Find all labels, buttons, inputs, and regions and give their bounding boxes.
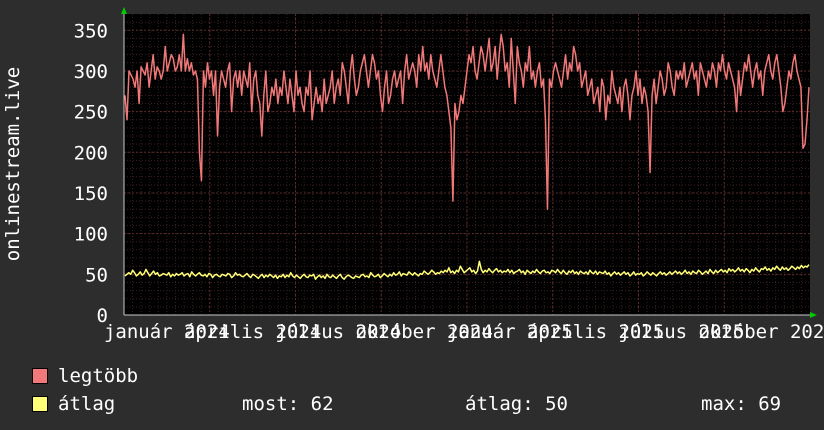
legend-swatch-atlag bbox=[32, 396, 48, 412]
x-tick-label: október 2025 bbox=[698, 321, 824, 343]
y-tick-label: 150 bbox=[74, 183, 108, 205]
stat-average: átlag: 50 bbox=[465, 393, 568, 415]
legend-label-legtobb: legtöbb bbox=[58, 365, 139, 387]
y-tick-label: 300 bbox=[74, 61, 108, 83]
legend-swatch-legtobb bbox=[32, 368, 48, 384]
y-tick-label: 200 bbox=[74, 142, 108, 164]
y-axis-label: onlinestream.live bbox=[2, 67, 24, 261]
x-tick-labels: január 2024április 2024július 2024októbe… bbox=[104, 321, 824, 343]
y-tick-labels: 050100150200250300350 bbox=[74, 20, 108, 327]
y-tick-label: 350 bbox=[74, 20, 108, 42]
legend-label-atlag: átlag bbox=[58, 393, 116, 415]
stat-maximum: max: 69 bbox=[701, 393, 782, 415]
legend-item-atlag: átlag most: 62 átlag: 50 max: 69 bbox=[32, 390, 812, 418]
y-axis-arrow-icon bbox=[121, 7, 127, 14]
y-tick-label: 100 bbox=[74, 224, 108, 246]
legend: legtöbb átlag most: 62 átlag: 50 max: 69 bbox=[32, 362, 812, 418]
legend-item-legtobb: legtöbb bbox=[32, 362, 812, 390]
stat-current: most: 62 bbox=[242, 393, 334, 415]
x-axis-arrow-icon bbox=[810, 312, 817, 318]
y-tick-label: 50 bbox=[85, 264, 108, 286]
y-tick-label: 250 bbox=[74, 102, 108, 124]
